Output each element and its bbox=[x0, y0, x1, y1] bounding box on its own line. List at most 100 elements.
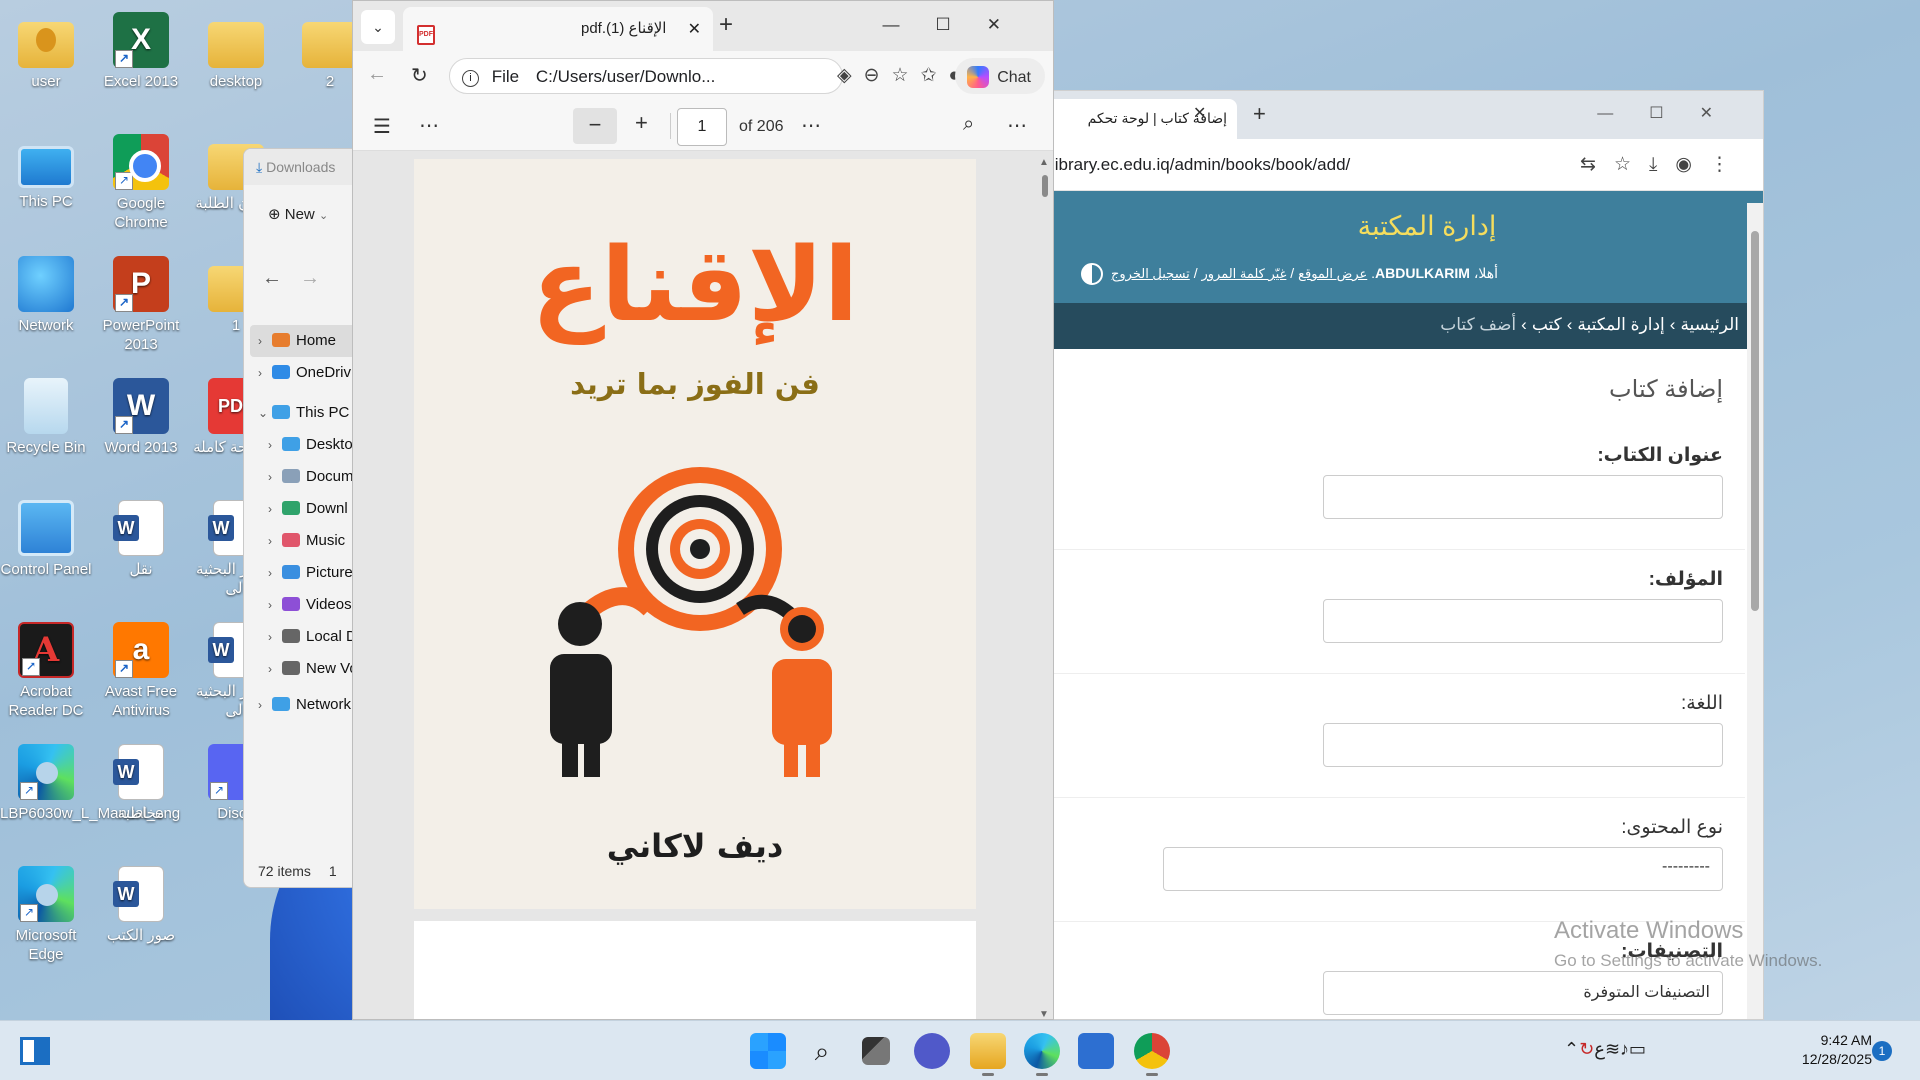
table-of-contents-icon[interactable]: ☰ bbox=[373, 114, 391, 139]
chevron-right-icon[interactable]: › bbox=[268, 461, 282, 493]
desktop-icon[interactable]: A ↗ Acrobat Reader DC bbox=[0, 622, 92, 720]
chevron-right-icon[interactable]: › bbox=[268, 429, 282, 461]
clock[interactable]: 9:42 AM 12/28/2025 bbox=[1788, 1031, 1872, 1069]
scroll-up-icon[interactable]: ▲ bbox=[1039, 157, 1049, 168]
zoom-in-button[interactable]: + bbox=[635, 110, 648, 136]
page-scrollbar[interactable] bbox=[1747, 203, 1763, 1019]
pdf-scrollbar[interactable]: ▲ ▼ bbox=[1039, 157, 1051, 1019]
desktop-icon[interactable]: Network bbox=[0, 256, 92, 335]
chevron-right-icon[interactable]: › bbox=[268, 525, 282, 557]
bookmark-star-icon[interactable]: ☆ bbox=[1614, 154, 1649, 175]
chevron-right-icon[interactable]: › bbox=[268, 653, 282, 685]
zoom-out-icon[interactable]: ⊖ bbox=[864, 65, 892, 86]
nav-item[interactable]: › Network bbox=[250, 689, 362, 721]
more-icon[interactable]: ⋯ bbox=[419, 113, 439, 138]
favorite-star-icon[interactable]: ☆ bbox=[892, 65, 921, 86]
maximize-icon[interactable]: ☐ bbox=[1649, 105, 1699, 122]
notification-badge[interactable]: 1 bbox=[1872, 1041, 1892, 1061]
chevron-right-icon[interactable]: › bbox=[268, 589, 282, 621]
desktop-icon[interactable]: نقل bbox=[95, 500, 187, 579]
close-window-icon[interactable]: ✕ bbox=[1700, 105, 1749, 122]
chevron-right-icon[interactable]: › bbox=[268, 557, 282, 589]
nav-item[interactable]: › Deskto bbox=[250, 429, 362, 461]
task-view-icon[interactable] bbox=[862, 1037, 890, 1065]
view-site-link[interactable]: عرض الموقع bbox=[1298, 266, 1367, 281]
change-password-link[interactable]: غيّر كلمة المرور bbox=[1201, 266, 1286, 281]
nav-item[interactable]: › New Vo bbox=[250, 653, 362, 685]
favorites-icon[interactable]: ✩ bbox=[921, 65, 949, 86]
url-text[interactable]: library.ec.edu.iq/admin/books/book/add/ bbox=[1051, 155, 1350, 175]
chevron-right-icon[interactable]: › bbox=[258, 689, 272, 721]
chevron-right-icon[interactable]: › bbox=[258, 357, 272, 389]
chevron-right-icon[interactable]: › bbox=[258, 325, 272, 357]
edge-icon[interactable] bbox=[1024, 1033, 1060, 1069]
desktop-icon[interactable]: desktop bbox=[190, 12, 282, 91]
widgets-icon[interactable] bbox=[20, 1037, 50, 1065]
profile-icon[interactable]: ◉ bbox=[1675, 154, 1710, 175]
copilot-chat-button[interactable]: Chat bbox=[955, 58, 1045, 94]
chrome-window[interactable]: إضافة كتاب | لوحة تحكم ✕ + —☐✕ library.e… bbox=[1030, 90, 1764, 1020]
desktop-icon[interactable]: Recycle Bin bbox=[0, 378, 92, 457]
desktop-icon[interactable]: W ↗ Word 2013 bbox=[95, 378, 187, 457]
theme-toggle-icon[interactable] bbox=[1081, 263, 1103, 285]
chevron-down-icon[interactable]: ⌄ bbox=[258, 397, 272, 429]
language-indicator[interactable]: ع bbox=[1594, 1039, 1605, 1059]
chrome-tab-add-book[interactable]: إضافة كتاب | لوحة تحكم bbox=[1037, 99, 1237, 139]
desktop-icon[interactable]: Control Panel bbox=[0, 500, 92, 579]
nav-item[interactable]: › Local D bbox=[250, 621, 362, 653]
categories-input[interactable]: التصنيفات المتوفرة bbox=[1323, 971, 1723, 1015]
forward-arrow-icon[interactable]: → bbox=[300, 267, 338, 289]
file-explorer-window[interactable]: ⤓ Downloads ⊕ New ⌄ ←→ › Home › OneDriv ⌄ Thi… bbox=[243, 148, 363, 888]
author-input[interactable] bbox=[1323, 599, 1723, 643]
desktop-icon[interactable]: user bbox=[0, 12, 92, 91]
nav-item[interactable]: › Music bbox=[250, 525, 362, 557]
chevron-right-icon[interactable]: › bbox=[268, 493, 282, 525]
translate-icon[interactable]: ⇆ bbox=[1580, 154, 1614, 175]
new-tab-button[interactable]: + bbox=[719, 11, 733, 39]
info-icon[interactable]: i bbox=[462, 70, 479, 87]
back-arrow-icon[interactable]: ← bbox=[262, 267, 300, 289]
microsoft-store-icon[interactable] bbox=[1078, 1033, 1114, 1069]
scrollbar-thumb[interactable] bbox=[1042, 175, 1048, 197]
tab-actions-chevron-icon[interactable]: ⌄ bbox=[361, 10, 395, 44]
search-icon[interactable]: ⌕ bbox=[963, 113, 974, 136]
sync-icon[interactable]: ↻ bbox=[1579, 1039, 1594, 1059]
wifi-icon[interactable]: ≋ bbox=[1605, 1039, 1620, 1059]
new-button[interactable]: ⊕ New ⌄ bbox=[268, 205, 328, 223]
new-tab-button[interactable]: + bbox=[1253, 101, 1266, 127]
maximize-icon[interactable]: ☐ bbox=[936, 15, 987, 34]
chevron-up-icon[interactable]: ⌃ bbox=[1564, 1039, 1579, 1059]
explorer-tab[interactable]: ⤓ Downloads bbox=[244, 149, 362, 185]
desktop-icon[interactable]: ↗ Microsoft Edge bbox=[0, 866, 92, 964]
search-icon[interactable]: ⌕ bbox=[804, 1033, 840, 1069]
start-button[interactable] bbox=[750, 1033, 786, 1069]
content-type-select[interactable]: --------- bbox=[1163, 847, 1723, 891]
teams-chat-icon[interactable] bbox=[914, 1033, 950, 1069]
reload-icon[interactable]: ↻ bbox=[411, 63, 428, 88]
close-tab-icon[interactable]: ✕ bbox=[688, 19, 701, 39]
nav-item[interactable]: ⌄ This PC bbox=[250, 397, 362, 429]
scroll-down-icon[interactable]: ▼ bbox=[1039, 1009, 1049, 1019]
file-explorer-icon[interactable] bbox=[970, 1033, 1006, 1069]
url-field[interactable]: i File C:/Users/user/Downlo... bbox=[449, 58, 843, 94]
nav-item[interactable]: › Home bbox=[250, 325, 362, 357]
desktop-icon[interactable]: ↗ LBP6030w_L_Manual_eng bbox=[0, 744, 180, 823]
scrollbar-thumb[interactable] bbox=[1751, 231, 1759, 611]
zoom-out-button[interactable]: − bbox=[573, 108, 617, 144]
minimize-icon[interactable]: — bbox=[883, 15, 936, 34]
language-input[interactable] bbox=[1323, 723, 1723, 767]
edge-pdf-window[interactable]: ⌄ PDF الإقناع (1).pdf ✕ + —☐ ✕ ← ↻ i File… bbox=[352, 0, 1054, 1020]
pdf-viewer[interactable]: الإقناع فن الفوز بما تريد ديف لاكاني ▲ ▼ bbox=[353, 151, 1053, 1019]
title-input[interactable] bbox=[1323, 475, 1723, 519]
volume-icon[interactable]: ♪ bbox=[1620, 1039, 1629, 1059]
desktop-icon[interactable]: a ↗ Avast Free Antivirus bbox=[95, 622, 187, 720]
nav-item[interactable]: › Downl bbox=[250, 493, 362, 525]
more-icon[interactable]: ⋯ bbox=[801, 113, 821, 138]
desktop-icon[interactable]: X ↗ Excel 2013 bbox=[95, 12, 187, 91]
nav-item[interactable]: › Docum bbox=[250, 461, 362, 493]
battery-icon[interactable]: ▭ bbox=[1629, 1039, 1646, 1059]
back-arrow-icon[interactable]: ← bbox=[367, 63, 387, 86]
edge-tab-pdf[interactable]: PDF الإقناع (1).pdf ✕ bbox=[403, 7, 713, 51]
breadcrumb-link[interactable]: إدارة المكتبة bbox=[1577, 315, 1664, 334]
chrome-icon[interactable] bbox=[1134, 1033, 1170, 1069]
